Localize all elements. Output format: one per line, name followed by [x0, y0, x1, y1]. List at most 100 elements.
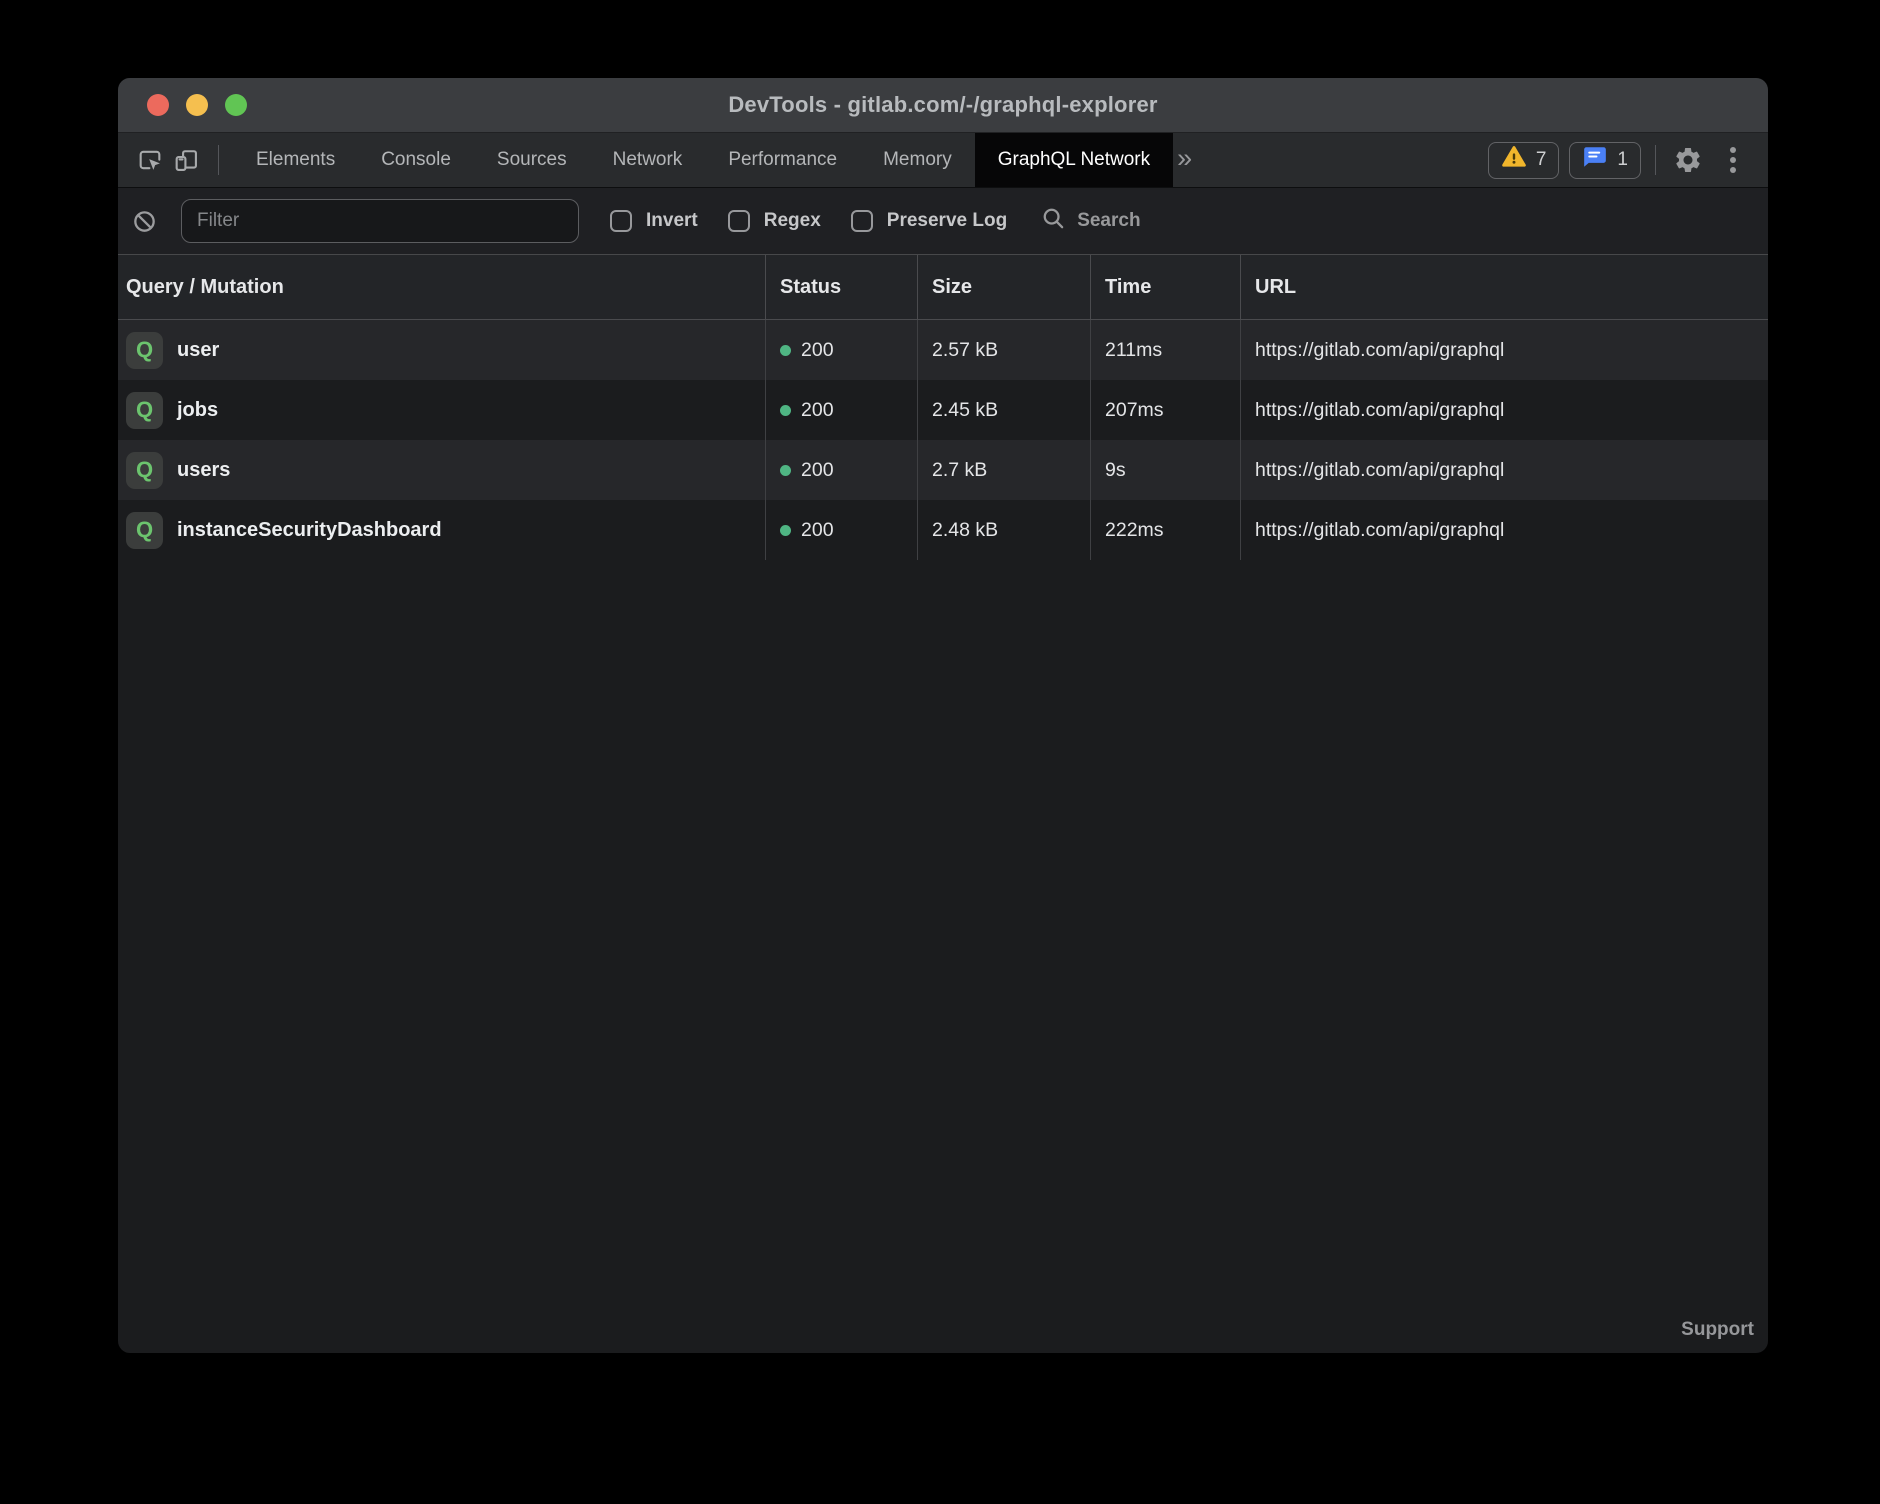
filter-input[interactable] — [181, 199, 579, 243]
status-code: 200 — [801, 399, 834, 422]
zoom-window-button[interactable] — [225, 94, 247, 116]
query-name: users — [177, 459, 230, 482]
status-ok-dot-icon — [780, 465, 791, 476]
tab-graphql-network[interactable]: GraphQL Network — [975, 133, 1173, 187]
tab-sources[interactable]: Sources — [474, 133, 590, 187]
size-cell: 2.48 kB — [917, 500, 1090, 560]
time-cell: 222ms — [1090, 500, 1240, 560]
time-cell: 211ms — [1090, 320, 1240, 380]
search-icon — [1041, 206, 1066, 236]
regex-checkbox-group: Regex — [728, 210, 821, 232]
tab-label: Performance — [728, 149, 837, 171]
search-toggle[interactable]: Search — [1041, 206, 1140, 236]
tab-label: Network — [613, 149, 683, 171]
url-cell: https://gitlab.com/api/graphql — [1240, 440, 1768, 500]
devtools-window: DevTools - gitlab.com/-/graphql-explorer — [118, 78, 1768, 1353]
panel-tabs: Elements Console Sources Network Perform… — [233, 133, 1173, 187]
kebab-icon — [1730, 157, 1736, 163]
kebab-icon — [1730, 147, 1736, 153]
url-value: https://gitlab.com/api/graphql — [1255, 519, 1504, 542]
tab-label: Sources — [497, 149, 567, 171]
clear-log-button[interactable] — [126, 203, 162, 239]
settings-button[interactable] — [1670, 142, 1706, 178]
device-toolbar-button[interactable] — [168, 142, 204, 178]
window-title: DevTools - gitlab.com/-/graphql-explorer — [118, 92, 1768, 118]
status-cell: 200 — [765, 440, 917, 500]
query-type-badge: Q — [126, 392, 163, 429]
size-cell: 2.7 kB — [917, 440, 1090, 500]
warning-icon — [1501, 144, 1527, 176]
table-header: Query / Mutation Status Size Time URL — [118, 255, 1768, 320]
query-type-badge: Q — [126, 332, 163, 369]
time-cell: 207ms — [1090, 380, 1240, 440]
toolbar-right-cluster: 7 1 — [1488, 142, 1768, 179]
tab-console[interactable]: Console — [358, 133, 474, 187]
toolbar-divider — [1655, 145, 1656, 175]
time-value: 222ms — [1105, 519, 1164, 542]
column-header-status: Status — [765, 255, 917, 319]
query-type-badge: Q — [126, 452, 163, 489]
size-cell: 2.57 kB — [917, 320, 1090, 380]
query-name-cell: Q jobs — [118, 380, 765, 440]
tab-network[interactable]: Network — [590, 133, 706, 187]
invert-checkbox[interactable] — [610, 210, 632, 232]
tab-memory[interactable]: Memory — [860, 133, 975, 187]
status-cell: 200 — [765, 320, 917, 380]
kebab-icon — [1730, 167, 1736, 173]
size-value: 2.7 kB — [932, 459, 987, 482]
kebab-menu-button[interactable] — [1716, 147, 1750, 173]
time-value: 211ms — [1105, 339, 1162, 362]
status-code: 200 — [801, 459, 834, 482]
more-tabs-icon[interactable]: » — [1177, 145, 1192, 172]
status-code: 200 — [801, 339, 834, 362]
table-row[interactable]: Q jobs 200 2.45 kB 207ms https://gitlab.… — [118, 380, 1768, 440]
devtools-toolbar: Elements Console Sources Network Perform… — [118, 133, 1768, 188]
titlebar: DevTools - gitlab.com/-/graphql-explorer — [118, 78, 1768, 133]
issues-badge[interactable]: 1 — [1569, 142, 1641, 179]
gear-icon — [1673, 145, 1703, 175]
column-header-url: URL — [1240, 255, 1768, 319]
status-ok-dot-icon — [780, 345, 791, 356]
url-cell: https://gitlab.com/api/graphql — [1240, 380, 1768, 440]
status-code: 200 — [801, 519, 834, 542]
table-row[interactable]: Q users 200 2.7 kB 9s https://gitlab.com… — [118, 440, 1768, 500]
url-cell: https://gitlab.com/api/graphql — [1240, 320, 1768, 380]
size-value: 2.57 kB — [932, 339, 998, 362]
close-window-button[interactable] — [147, 94, 169, 116]
tab-performance[interactable]: Performance — [705, 133, 860, 187]
tab-elements[interactable]: Elements — [233, 133, 358, 187]
query-type-badge: Q — [126, 512, 163, 549]
toolbar-divider — [218, 145, 219, 175]
status-ok-dot-icon — [780, 525, 791, 536]
search-label: Search — [1077, 210, 1140, 232]
block-icon — [132, 209, 157, 234]
column-header-size: Size — [917, 255, 1090, 319]
size-value: 2.45 kB — [932, 399, 998, 422]
invert-checkbox-group: Invert — [610, 210, 698, 232]
time-value: 9s — [1105, 459, 1126, 482]
inspect-element-button[interactable] — [132, 142, 168, 178]
preserve-log-label: Preserve Log — [887, 210, 1007, 232]
status-cell: 200 — [765, 500, 917, 560]
table-row[interactable]: Q user 200 2.57 kB 211ms https://gitlab.… — [118, 320, 1768, 380]
status-ok-dot-icon — [780, 405, 791, 416]
support-link[interactable]: Support — [1681, 1319, 1754, 1341]
request-list: Q user 200 2.57 kB 211ms https://gitlab.… — [118, 320, 1768, 560]
status-cell: 200 — [765, 380, 917, 440]
invert-label: Invert — [646, 210, 698, 232]
table-row[interactable]: Q instanceSecurityDashboard 200 2.48 kB … — [118, 500, 1768, 560]
tab-label: GraphQL Network — [998, 149, 1150, 171]
traffic-lights — [147, 94, 247, 116]
minimize-window-button[interactable] — [186, 94, 208, 116]
size-cell: 2.45 kB — [917, 380, 1090, 440]
screen-background: DevTools - gitlab.com/-/graphql-explorer — [0, 0, 1880, 1504]
warnings-badge[interactable]: 7 — [1488, 142, 1560, 179]
time-cell: 9s — [1090, 440, 1240, 500]
query-name-cell: Q users — [118, 440, 765, 500]
url-value: https://gitlab.com/api/graphql — [1255, 459, 1504, 482]
regex-checkbox[interactable] — [728, 210, 750, 232]
preserve-log-checkbox[interactable] — [851, 210, 873, 232]
warning-count: 7 — [1536, 149, 1547, 171]
regex-label: Regex — [764, 210, 821, 232]
preserve-log-checkbox-group: Preserve Log — [851, 210, 1007, 232]
